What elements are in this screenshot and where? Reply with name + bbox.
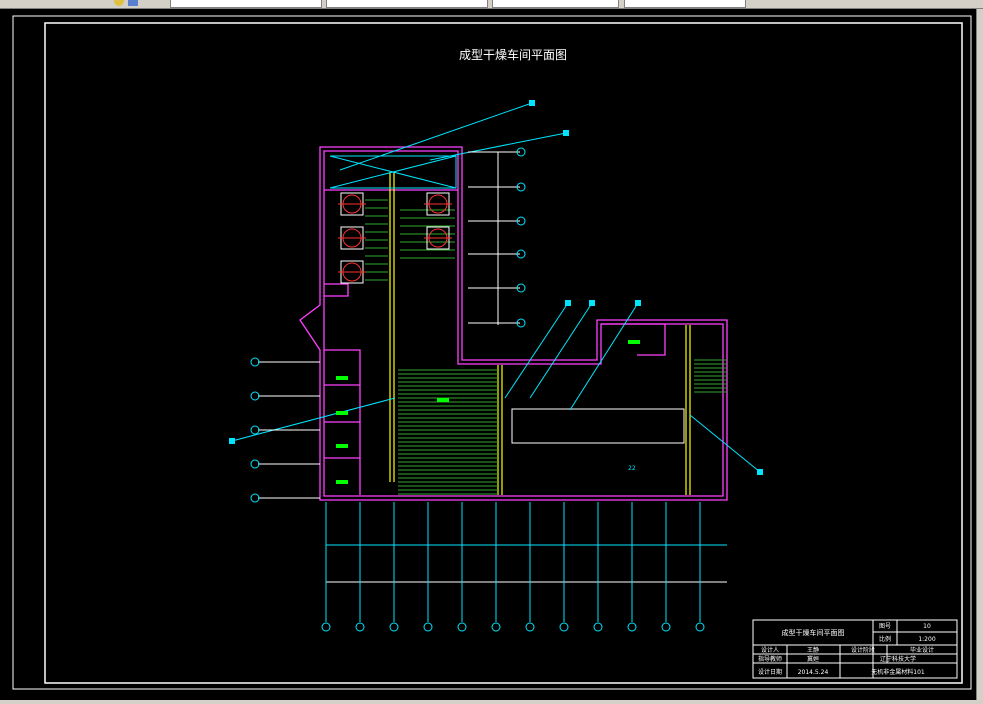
grid-bubble	[250, 391, 260, 401]
equipment-mark	[336, 480, 348, 484]
tb-advisor-label: 指导教师	[758, 655, 782, 663]
grid-bubble	[250, 425, 260, 435]
tb-designer-label: 设计人	[761, 646, 779, 654]
ceiling-cross	[329, 155, 457, 189]
tb-scale: 1:200	[918, 636, 935, 643]
kiln-body	[511, 408, 685, 444]
grid-bubble	[491, 622, 501, 632]
grid-bubble	[559, 622, 569, 632]
equipment-mark	[336, 444, 348, 448]
equipment-mark	[437, 398, 449, 402]
callout-marker	[229, 438, 235, 444]
layer-dropdown[interactable]	[170, 0, 322, 8]
tb-stage-label: 设计阶段	[851, 646, 875, 654]
tb-scale-label: 比例	[879, 635, 891, 643]
grid-bubble	[593, 622, 603, 632]
tb-sheet-no: 10	[923, 623, 931, 630]
drawing-canvas[interactable]: 成型干燥车间平面图 22 成型干燥车间平面图 图号 10 比例 1:200 设计…	[0, 9, 983, 700]
linetype-dropdown[interactable]	[326, 0, 488, 8]
tb-designer: 王静	[807, 646, 819, 654]
tb-stage: 毕业设计	[910, 646, 934, 654]
grid-bubble	[250, 493, 260, 503]
layer-props-icon[interactable]	[128, 0, 138, 6]
grid-bubble	[525, 622, 535, 632]
leader-line	[339, 102, 533, 171]
drawing-frame	[44, 22, 963, 684]
grid-bubble	[389, 622, 399, 632]
lineweight-dropdown[interactable]	[492, 0, 619, 8]
callout-marker	[635, 300, 641, 306]
grid-bubble	[250, 459, 260, 469]
tb-class: 无机非金属材料101	[871, 668, 925, 676]
layer-state-icon[interactable]	[114, 0, 124, 6]
grid-bubble	[355, 622, 365, 632]
vertical-scrollbar[interactable]	[976, 9, 983, 700]
tb-advisor: 冀姮	[807, 655, 819, 663]
grid-bubble	[423, 622, 433, 632]
grid-bubble	[695, 622, 705, 632]
wall-office	[601, 323, 666, 356]
equipment-mark	[336, 376, 348, 380]
grid-bubble	[457, 622, 467, 632]
tb-school: 辽宁科技大学	[880, 655, 916, 663]
callout-marker	[565, 300, 571, 306]
leader-line	[569, 302, 639, 411]
wall-rooms-left	[324, 349, 361, 495]
callout-marker	[563, 130, 569, 136]
callout-marker	[529, 100, 535, 106]
dimension-label: 22	[628, 465, 636, 472]
plotstyle-dropdown[interactable]	[624, 0, 746, 8]
drawing-title: 成型干燥车间平面图	[459, 47, 567, 62]
tb-date-label: 设计日期	[758, 668, 782, 676]
leader-line	[529, 302, 593, 399]
grid-bubble	[661, 622, 671, 632]
grid-bubble	[627, 622, 637, 632]
leader-line	[231, 397, 396, 442]
callout-marker	[589, 300, 595, 306]
callout-marker	[757, 469, 763, 475]
cad-toolbar	[0, 0, 983, 9]
leader-line	[504, 302, 569, 399]
equipment-mark	[336, 411, 348, 415]
tb-drawing-name: 成型干燥车间平面图	[782, 628, 845, 637]
equipment-mark	[628, 340, 640, 344]
cad-drawing: 成型干燥车间平面图 22 成型干燥车间平面图 图号 10 比例 1:200 设计…	[12, 15, 972, 690]
grid-bubble	[250, 357, 260, 367]
tb-date: 2014.5.24	[798, 669, 829, 676]
tb-sheet-no-label: 图号	[879, 623, 891, 630]
grid-bubble	[321, 622, 331, 632]
leader-line	[689, 414, 761, 473]
